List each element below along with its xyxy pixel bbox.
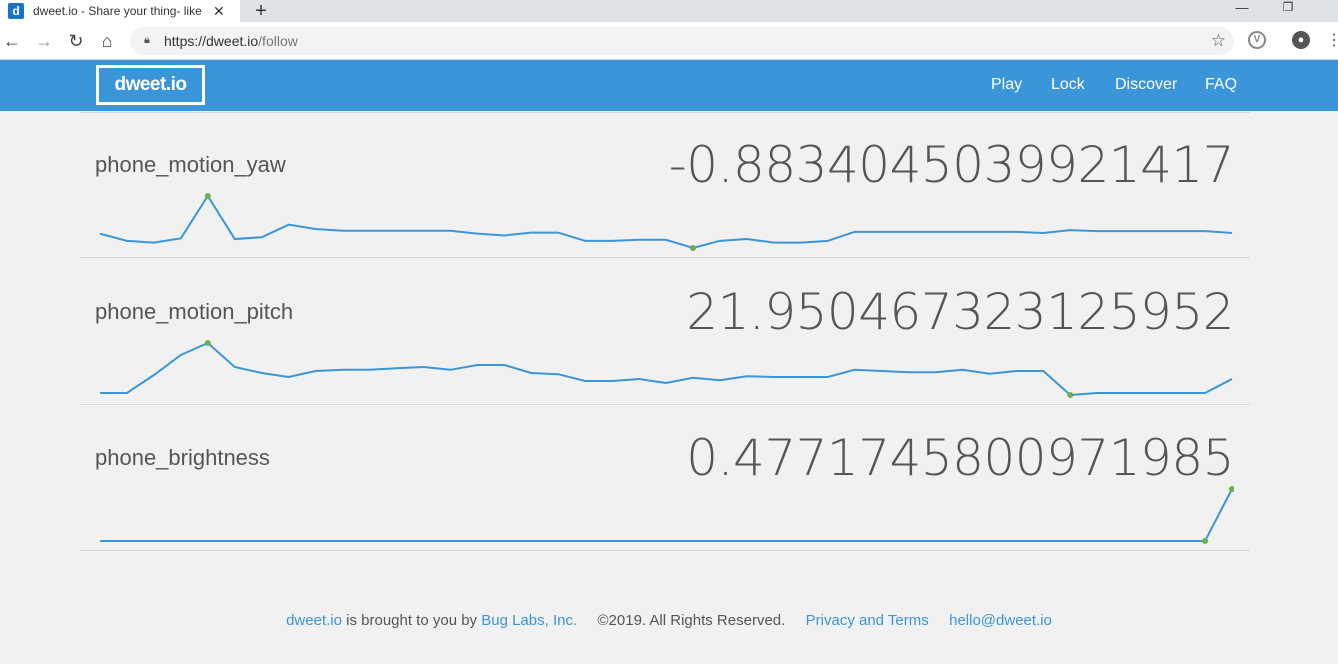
sparkline-max-dot [204, 340, 211, 346]
url-path: /follow [258, 33, 298, 49]
new-tab-icon[interactable]: + [250, 0, 272, 22]
nav-discover[interactable]: Discover [1115, 76, 1177, 94]
omnibox[interactable]: 🔒︎ https://dweet.io/follow ☆ [130, 27, 1234, 55]
site-logo[interactable]: dweet.io [96, 65, 205, 105]
sparkline-path [99, 194, 1233, 250]
sparkline-max-dot [1229, 486, 1234, 492]
browser-tab[interactable]: d dweet.io - Share your thing- like ✕ [0, 0, 240, 22]
footer-copyright: ©2019. All Rights Reserved. [597, 612, 786, 629]
sparkline-max-dot [204, 193, 211, 199]
sparkline [100, 486, 1234, 544]
row-value: -0.8834045039921417 [668, 136, 1235, 194]
url-text[interactable]: https://dweet.io/follow [164, 33, 298, 49]
back-arrow-icon[interactable]: ← [2, 31, 22, 51]
row-value: 0.4771745800971985 [686, 429, 1234, 487]
menu-kebab-icon[interactable]: ⋮ [1326, 30, 1338, 50]
footer-buglabs-link[interactable]: Bug Labs, Inc. [481, 612, 577, 629]
dweet-row-yaw: phone_motion_yaw -0.8834045039921417 [80, 112, 1250, 258]
sparkline-path [100, 341, 1233, 397]
address-bar-row: ← → ↻ ⌂ 🔒︎ https://dweet.io/follow ☆ V ●… [0, 22, 1338, 60]
dweet-row-brightness: phone_brightness 0.4771745800971985 [80, 405, 1250, 551]
reload-icon[interactable]: ↻ [66, 31, 86, 51]
url-host: https://dweet.io [164, 33, 259, 49]
sparkline [100, 340, 1233, 398]
nav-faq[interactable]: FAQ [1205, 76, 1237, 94]
dweet-row-pitch: phone_motion_pitch 21.950467323125952 [80, 259, 1250, 405]
row-label: phone_brightness [95, 445, 270, 470]
footer-text: is brought to you by [346, 612, 478, 629]
footer-privacy-link[interactable]: Privacy and Terms [806, 612, 929, 629]
browser-tab-bar: d dweet.io - Share your thing- like ✕ + … [0, 0, 1338, 22]
sparkline-min-dot [1202, 538, 1209, 544]
favicon-icon: d [8, 3, 24, 19]
row-label: phone_motion_pitch [95, 299, 294, 324]
vivaldi-extension-icon[interactable]: V [1248, 31, 1266, 49]
row-label: phone_motion_yaw [95, 152, 286, 177]
row-value: 21.950467323125952 [686, 283, 1234, 341]
footer-email-link[interactable]: hello@dweet.io [949, 612, 1052, 629]
tab-title: dweet.io - Share your thing- like [33, 4, 202, 18]
sparkline [99, 193, 1233, 251]
profile-avatar-icon[interactable]: ● [1292, 31, 1310, 49]
home-icon[interactable]: ⌂ [97, 31, 117, 51]
sparkline-min-dot [689, 245, 696, 251]
nav-play[interactable]: Play [991, 76, 1022, 94]
minimize-icon[interactable]: — [1232, 0, 1252, 15]
nav-lock[interactable]: Lock [1051, 76, 1085, 94]
restore-icon[interactable]: ❐ [1278, 0, 1298, 14]
bookmark-star-icon[interactable]: ☆ [1211, 31, 1226, 51]
footer: dweet.io is brought to you by Bug Labs, … [0, 612, 1338, 629]
site-header: dweet.io Play Lock Discover FAQ [0, 60, 1338, 111]
forward-arrow-icon[interactable]: → [34, 31, 54, 51]
close-tab-icon[interactable]: ✕ [213, 3, 225, 20]
lock-icon: 🔒︎ [144, 34, 150, 46]
sparkline-path [100, 488, 1233, 542]
footer-dweet-link[interactable]: dweet.io [286, 612, 342, 629]
sparkline-min-dot [1067, 392, 1074, 398]
